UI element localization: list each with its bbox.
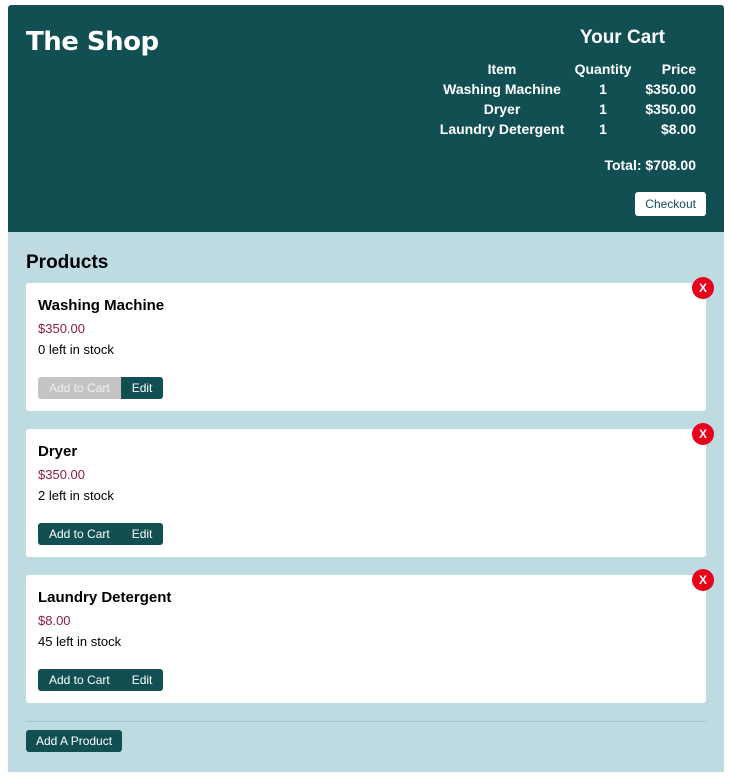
product-price: $350.00	[38, 321, 85, 336]
products-title: Products	[26, 252, 109, 273]
edit-button[interactable]: Edit	[120, 377, 164, 399]
product-name: Washing Machine	[38, 297, 165, 314]
product-name: Laundry Detergent	[38, 589, 172, 606]
cart-table: Item Quantity Price Washing Machine 1 $3…	[436, 59, 706, 139]
product-price: $350.00	[38, 467, 85, 482]
cart-row: Laundry Detergent 1 $8.00	[436, 119, 706, 139]
cart-row-quantity: 1	[599, 101, 607, 117]
product-stock: 0 left in stock	[38, 342, 114, 357]
add-to-cart-button[interactable]: Add to Cart	[38, 523, 121, 545]
cart-total: Total: $708.00	[604, 157, 696, 173]
product-card: Washing Machine $350.00 0 left in stock …	[26, 277, 714, 411]
cart-row-price: $350.00	[645, 101, 696, 117]
cart-row-item: Dryer	[483, 101, 521, 117]
cart-row-quantity: 1	[599, 121, 607, 137]
cart-row-price: $8.00	[660, 121, 696, 137]
add-to-cart-button[interactable]: Add to Cart	[38, 669, 121, 691]
cart-header-row: Item Quantity Price	[436, 59, 706, 79]
delete-product-button[interactable]: X	[692, 277, 714, 299]
edit-button[interactable]: Edit	[120, 669, 164, 691]
delete-product-button[interactable]: X	[692, 569, 714, 591]
product-actions: Add to Cart Edit	[38, 523, 164, 545]
cart-row-item: Laundry Detergent	[439, 121, 565, 137]
product-price: $8.00	[38, 613, 71, 628]
product-actions: Add to Cart Edit	[38, 377, 164, 399]
checkout-button[interactable]: Checkout	[635, 192, 706, 216]
product-name: Dryer	[38, 443, 78, 460]
cart-column-quantity: Quantity	[574, 61, 632, 77]
add-product-button[interactable]: Add A Product	[26, 730, 123, 752]
cart-row: Dryer 1 $350.00	[436, 99, 706, 119]
cart-row: Washing Machine 1 $350.00	[436, 79, 706, 99]
cart-title: Your Cart	[579, 27, 665, 48]
product-actions: Add to Cart Edit	[38, 669, 164, 691]
products-section: Products Washing Machine $350.00 0 left …	[8, 232, 724, 772]
cart-row-item: Washing Machine	[443, 81, 561, 97]
product-card: Dryer $350.00 2 left in stock Add to Car…	[26, 423, 714, 557]
add-to-cart-button[interactable]: Add to Cart	[38, 377, 121, 399]
product-stock: 45 left in stock	[38, 634, 122, 649]
shop-logo: The Shop	[26, 27, 159, 57]
product-stock: 2 left in stock	[38, 488, 114, 503]
product-card: Laundry Detergent $8.00 45 left in stock…	[26, 569, 714, 703]
cart-row-quantity: 1	[599, 81, 607, 97]
edit-button[interactable]: Edit	[120, 523, 164, 545]
cart-column-price: Price	[661, 61, 696, 77]
divider	[26, 721, 706, 722]
cart-column-item: Item	[487, 61, 517, 77]
header: The Shop Your Cart Item Quantity Price W…	[8, 5, 724, 232]
cart-summary: Your Cart Item Quantity Price Washing Ma…	[436, 27, 706, 173]
delete-product-button[interactable]: X	[692, 423, 714, 445]
cart-row-price: $350.00	[645, 81, 696, 97]
